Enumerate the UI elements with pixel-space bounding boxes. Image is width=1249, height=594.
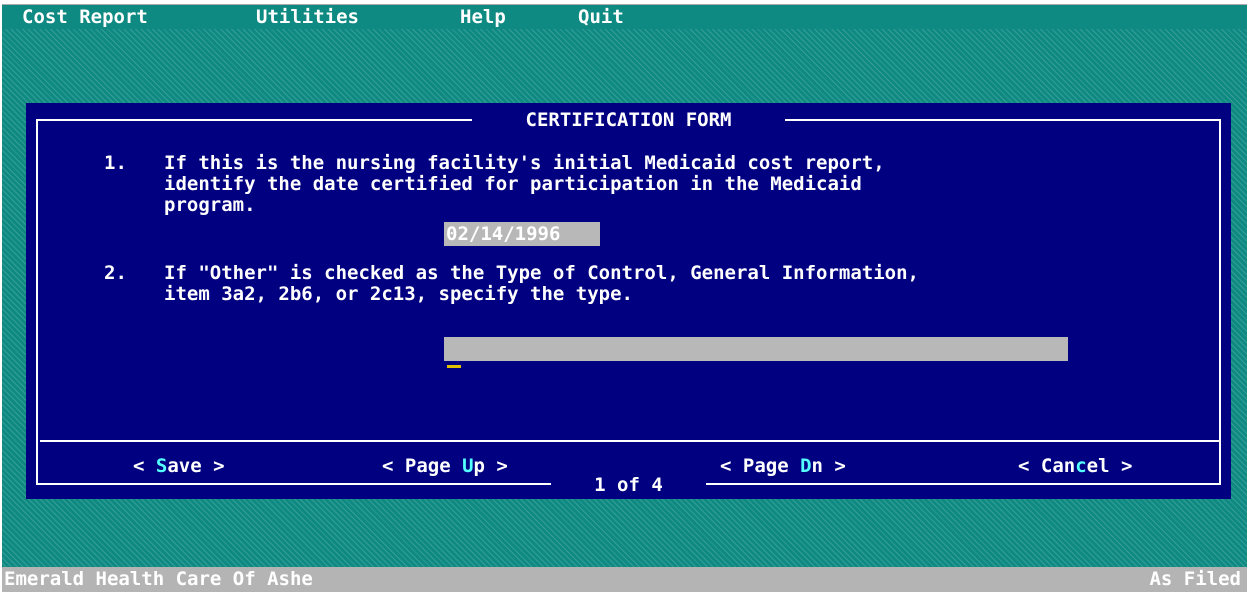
page-down-pre: < Page bbox=[720, 455, 801, 477]
question-1-line-2: identify the date certified for particip… bbox=[164, 173, 862, 195]
page-down-hotkey: D bbox=[800, 455, 812, 477]
menu-bar: Cost Report Utilities Help Quit bbox=[2, 4, 1247, 29]
page-down-rest: n > bbox=[811, 455, 846, 477]
control-type-input[interactable] bbox=[444, 337, 1068, 361]
certification-dialog: CERTIFICATION FORM 1. If this is the nur… bbox=[26, 103, 1231, 499]
certification-date-input[interactable]: 02/14/1996 bbox=[444, 222, 600, 246]
question-1-number: 1. bbox=[104, 152, 127, 174]
dialog-title: CERTIFICATION FORM bbox=[472, 107, 785, 133]
cancel-pre: < Can bbox=[1018, 455, 1076, 477]
save-hotkey: S bbox=[155, 455, 168, 477]
save-button-open: < bbox=[133, 455, 156, 477]
menu-help[interactable]: Help bbox=[460, 7, 506, 27]
question-2-number: 2. bbox=[104, 262, 127, 284]
question-2-line-2: item 3a2, 2b6, or 2c13, specify the type… bbox=[164, 283, 633, 305]
page-up-hotkey: U bbox=[462, 455, 474, 477]
button-divider bbox=[40, 440, 1221, 442]
page-up-rest: p > bbox=[473, 455, 508, 477]
status-bar: Emerald Health Care Of Ashe As Filed bbox=[2, 567, 1247, 592]
menu-utilities[interactable]: Utilities bbox=[256, 7, 359, 27]
question-1-line-1: If this is the nursing facility's initia… bbox=[164, 152, 885, 174]
menu-cost-report[interactable]: Cost Report bbox=[22, 7, 148, 27]
question-2-line-1: If "Other" is checked as the Type of Con… bbox=[164, 262, 919, 284]
save-button-rest: ave > bbox=[167, 455, 225, 477]
menu-quit[interactable]: Quit bbox=[578, 7, 624, 27]
dos-screen: Cost Report Utilities Help Quit CERTIFIC… bbox=[2, 4, 1247, 592]
filing-status: As Filed bbox=[1149, 568, 1241, 590]
text-cursor bbox=[447, 365, 461, 368]
cancel-button[interactable]: < Cancel > bbox=[1018, 453, 1132, 479]
save-button[interactable]: < Save > bbox=[133, 453, 225, 479]
page-indicator: 1 of 4 bbox=[551, 472, 706, 498]
question-1-line-3: program. bbox=[164, 194, 256, 216]
cancel-hotkey: c bbox=[1075, 455, 1087, 477]
page-up-pre: < Page bbox=[382, 455, 463, 477]
page-up-button[interactable]: < Page Up > bbox=[382, 453, 508, 479]
cancel-rest: el > bbox=[1086, 455, 1133, 477]
facility-name: Emerald Health Care Of Ashe bbox=[4, 568, 313, 590]
page-down-button[interactable]: < Page Dn > bbox=[720, 453, 846, 479]
